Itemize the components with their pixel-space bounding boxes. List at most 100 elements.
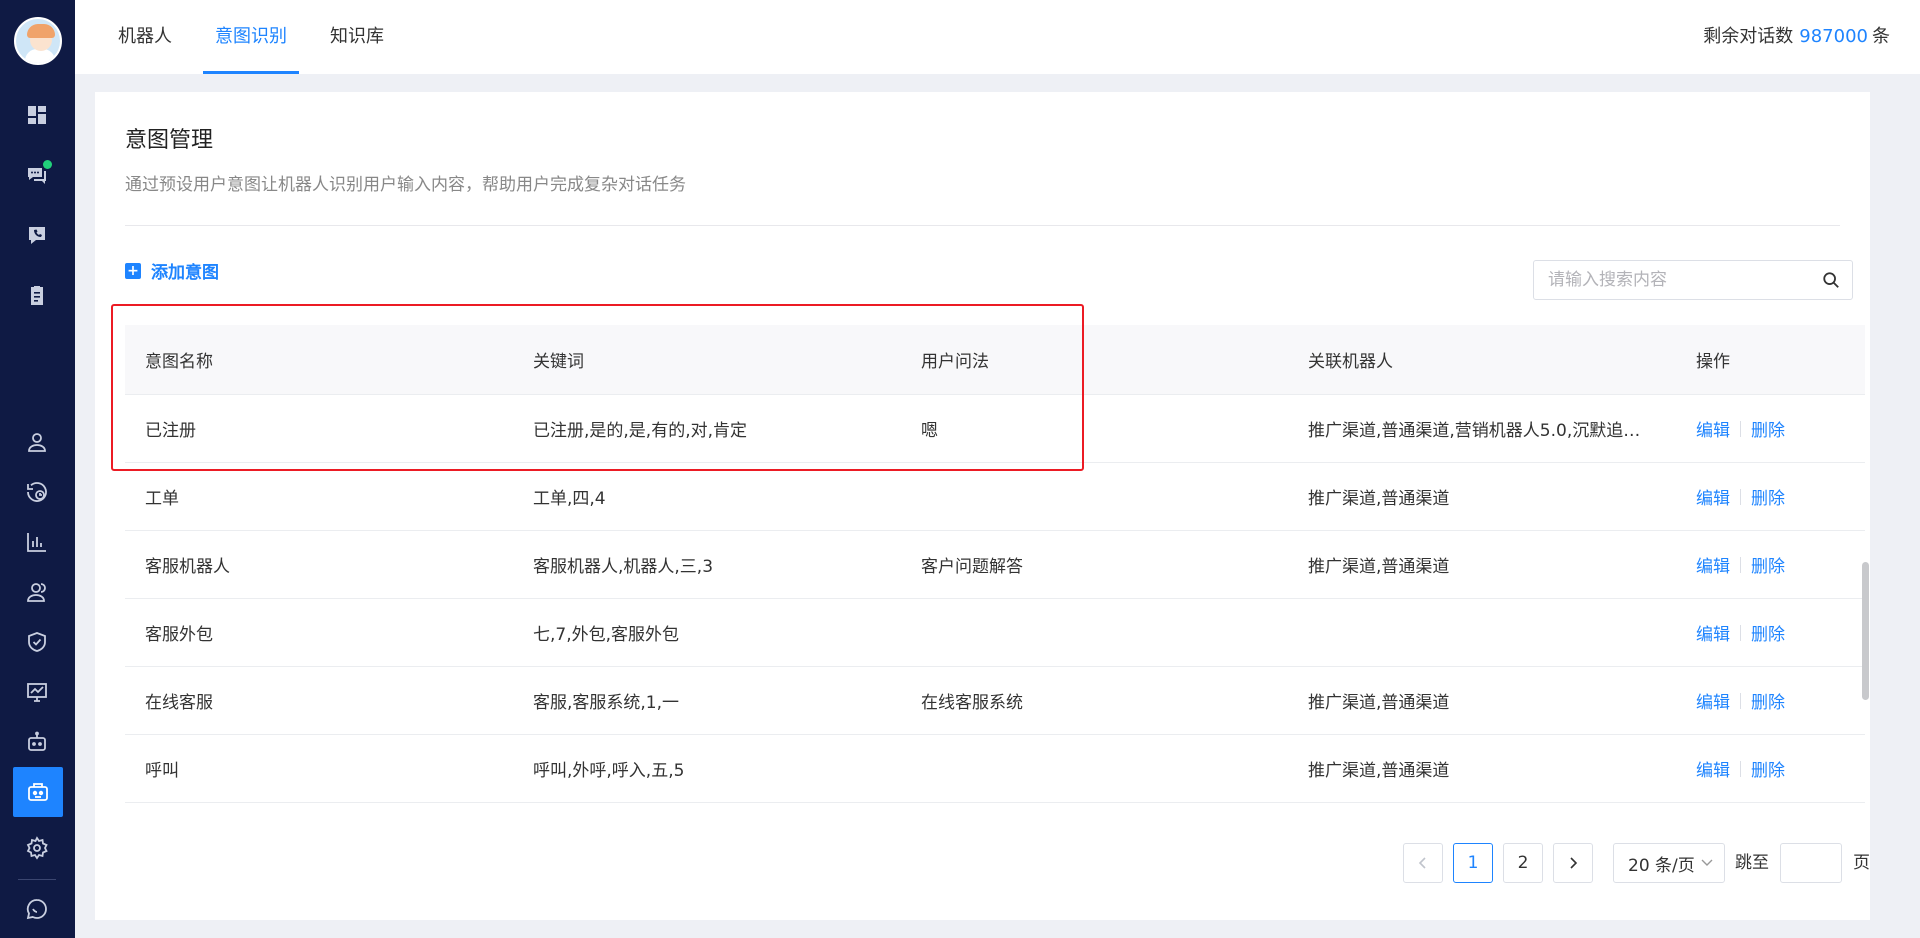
edit-button[interactable]: 编辑 [1696,688,1730,713]
add-intent-button[interactable]: + 添加意图 [125,258,219,283]
next-page-button[interactable] [1553,843,1593,883]
avatar[interactable] [14,17,62,65]
actions-cell: 编辑 删除 [1696,531,1856,598]
monitor-chart-icon[interactable] [18,673,56,711]
linked-robots-text: 推广渠道,普通渠道,营销机器人5.0,沉默追问... [1308,421,1653,441]
actions-cell: 编辑 删除 [1696,735,1856,802]
intent-icon[interactable] [13,767,63,817]
delete-button[interactable]: 删除 [1751,484,1785,509]
edit-button[interactable]: 编辑 [1696,484,1730,509]
delete-button[interactable]: 删除 [1751,756,1785,781]
keywords-cell: 客服,客服系统,1,一 [533,693,680,713]
actions-cell: 编辑 删除 [1696,463,1856,530]
linked-robots-text: 推广渠道,普通渠道 [1308,693,1450,713]
gear-icon[interactable] [18,829,56,867]
user-icon[interactable] [18,423,56,461]
intent-name-cell: 呼叫 [145,761,179,781]
edit-button[interactable]: 编辑 [1696,416,1730,441]
intent-name-cell: 工单 [145,489,179,509]
jump-to-label: 跳至 [1735,853,1769,873]
sidebar [0,0,75,938]
chevron-right-icon [1570,857,1578,869]
user-question-cell: 在线客服系统 [921,693,1023,713]
table-row: 在线客服 客服,客服系统,1,一 在线客服系统 推广渠道,普通渠道 编辑 删除 [125,667,1865,735]
intent-name-cell: 客服机器人 [145,557,230,577]
shield-check-icon[interactable] [18,623,56,661]
tab-intent-recognition[interactable]: 意图识别 [203,0,299,74]
linked-robots-cell: 推广渠道,普通渠道 [1308,531,1668,598]
remaining-dialog-quota: 剩余对话数 987000 条 [1703,0,1890,74]
users-icon[interactable] [18,573,56,611]
header-keywords: 关键词 [533,352,584,372]
search-icon[interactable] [1822,271,1840,289]
linked-robots-text: 推广渠道,普通渠道 [1308,761,1450,781]
keywords-cell: 呼叫,外呼,呼入,五,5 [533,761,685,781]
page-suffix-label: 页 [1853,853,1870,873]
linked-robots-cell [1308,599,1668,666]
table-row: 呼叫 呼叫,外呼,呼入,五,5 推广渠道,普通渠道 编辑 删除 [125,735,1865,803]
bar-chart-icon[interactable] [18,523,56,561]
table-row: 客服外包 七,7,外包,客服外包 编辑 删除 [125,599,1865,667]
user-question-cell: 客户问题解答 [921,557,1023,577]
user-question-cell [921,463,1281,530]
divider [125,225,1840,226]
intent-management-card: 意图管理 通过预设用户意图让机器人识别用户输入内容，帮助用户完成复杂对话任务 +… [95,92,1870,920]
actions-cell: 编辑 删除 [1696,667,1856,734]
quota-unit: 条 [1872,26,1890,47]
search-input[interactable] [1534,261,1804,299]
delete-button[interactable]: 删除 [1751,552,1785,577]
delete-button[interactable]: 删除 [1751,688,1785,713]
quota-label: 剩余对话数 [1703,26,1794,47]
header-linked-robots: 关联机器人 [1308,352,1393,372]
keywords-cell: 工单,四,4 [533,489,606,509]
delete-button[interactable]: 删除 [1751,416,1785,441]
intent-table: 意图名称 关键词 用户问法 关联机器人 操作 已注册 已注册,是的,是,有的,对… [125,325,1865,803]
page-size-select[interactable]: 20 条/页 [1613,843,1725,883]
header-intent-name: 意图名称 [145,352,213,372]
user-question-cell: 嗯 [921,421,938,441]
linked-robots-cell: 推广渠道,普通渠道 [1308,463,1668,530]
edit-button[interactable]: 编辑 [1696,552,1730,577]
add-intent-label: 添加意图 [151,263,219,283]
table-header: 意图名称 关键词 用户问法 关联机器人 操作 [125,325,1865,395]
keywords-cell: 客服机器人,机器人,三,3 [533,557,714,577]
scrollbar[interactable] [1862,562,1869,700]
linked-robots-text: 推广渠道,普通渠道 [1308,557,1450,577]
plus-icon: + [125,262,141,279]
dashboard-icon[interactable] [18,96,56,134]
history-icon[interactable] [18,473,56,511]
edit-button[interactable]: 编辑 [1696,620,1730,645]
message-circle-icon[interactable] [18,890,56,928]
chevron-down-icon [1701,859,1713,866]
page-subtitle: 通过预设用户意图让机器人识别用户输入内容，帮助用户完成复杂对话任务 [125,175,686,195]
phone-chat-icon[interactable] [18,216,56,254]
sidebar-divider [18,879,56,880]
keywords-cell: 七,7,外包,客服外包 [533,625,680,645]
header-user-questions: 用户问法 [921,352,989,372]
delete-button[interactable]: 删除 [1751,620,1785,645]
search-box [1533,260,1853,300]
prev-page-button[interactable] [1403,843,1443,883]
actions-cell: 编辑 删除 [1696,395,1856,462]
table-row: 客服机器人 客服机器人,机器人,三,3 客户问题解答 推广渠道,普通渠道 编辑删… [125,531,1865,599]
intent-name-cell: 在线客服 [145,693,213,713]
tab-knowledge-base[interactable]: 知识库 [330,0,384,74]
chat-icon[interactable] [18,156,56,194]
tab-robot[interactable]: 机器人 [118,0,172,74]
edit-button[interactable]: 编辑 [1696,756,1730,781]
page-button-2[interactable]: 2 [1503,843,1543,883]
top-bar: 机器人 意图识别 知识库 剩余对话数 987000 条 [75,0,1920,74]
table-row: 工单 工单,四,4 推广渠道,普通渠道 编辑 删除 [125,463,1865,531]
table-row: 已注册 已注册,是的,是,有的,对,肯定 嗯 推广渠道,普通渠道,营销机器人5.… [125,395,1865,463]
quota-value: 987000 [1799,26,1868,47]
notification-badge [43,160,52,169]
user-question-cell [921,599,1281,666]
chevron-left-icon [1418,857,1426,869]
jump-page-input[interactable] [1780,843,1842,883]
page-button-1[interactable]: 1 [1453,843,1493,883]
robot-icon[interactable] [18,723,56,761]
clipboard-icon[interactable] [18,276,56,314]
header-actions: 操作 [1696,352,1730,372]
linked-robots-cell: 推广渠道,普通渠道,营销机器人5.0,沉默追问... [1308,395,1668,462]
keywords-cell: 已注册,是的,是,有的,对,肯定 [533,421,748,441]
